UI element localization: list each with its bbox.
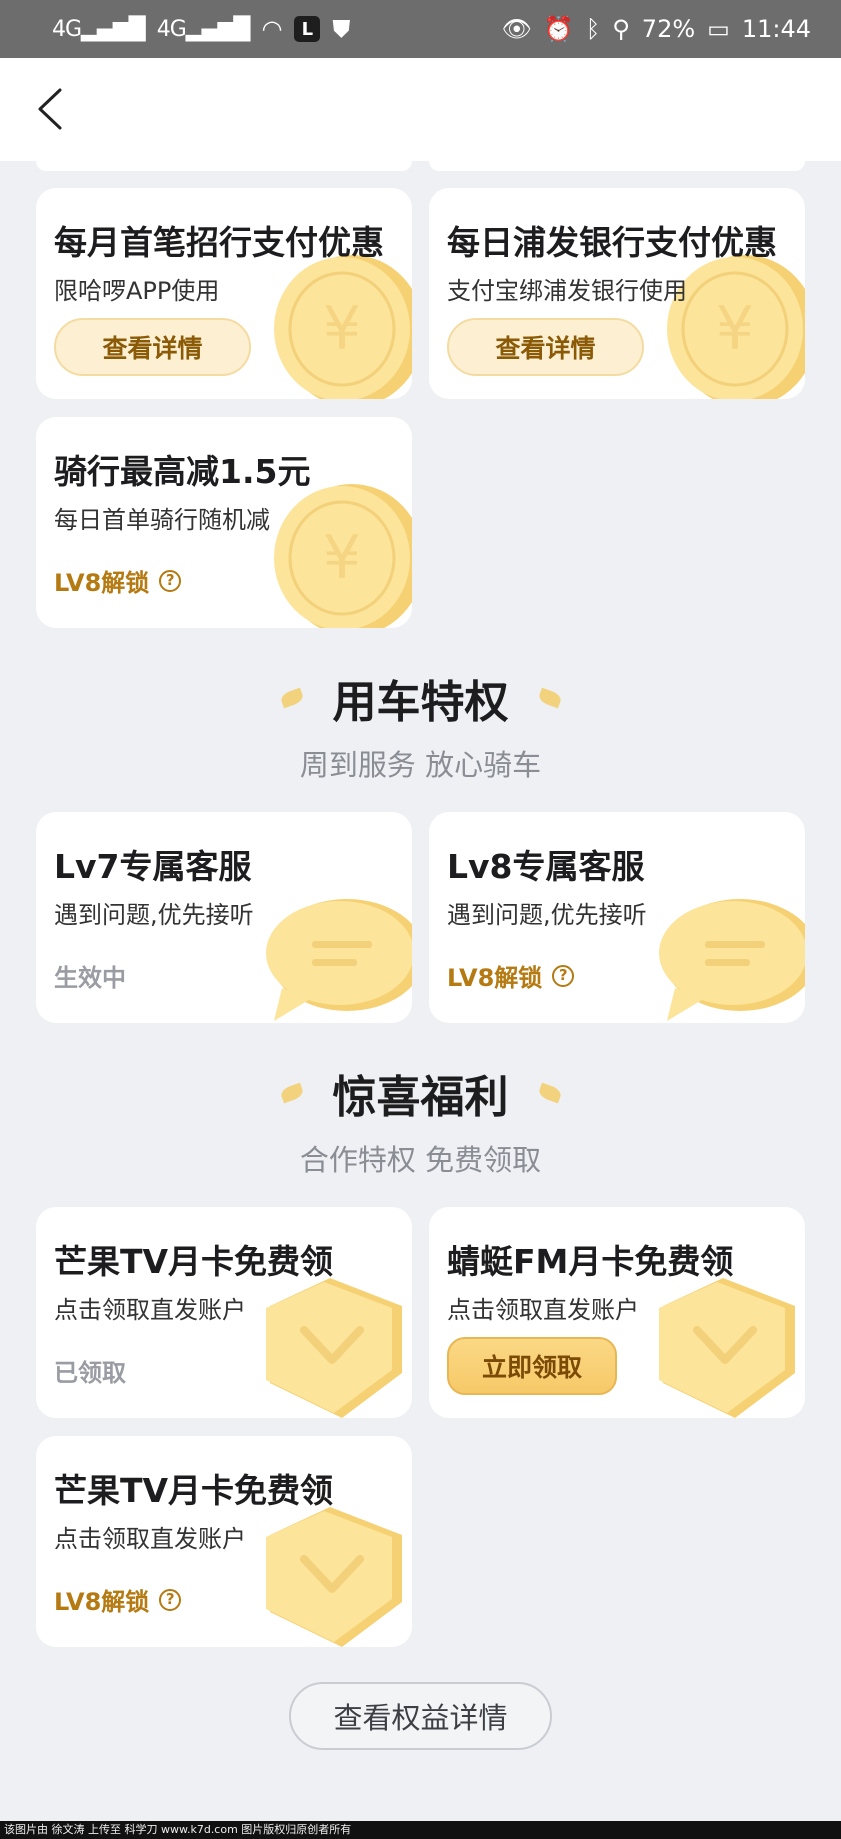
alarm-icon: ⏰ — [543, 15, 574, 43]
section-header-car: 用车特权 周到服务 放心骑车 — [0, 666, 841, 784]
card-title: 蜻蜓FM月卡免费领 — [447, 1242, 734, 1281]
svg-text:¥: ¥ — [323, 294, 361, 364]
coin-icon: ¥ — [274, 484, 412, 628]
shield-icon — [266, 1278, 402, 1418]
card-subtitle: 限哈啰APP使用 — [54, 277, 220, 305]
shield-icon — [266, 1507, 402, 1647]
leaf-icon — [536, 687, 563, 709]
card-subtitle: 遇到问题,优先接听 — [54, 901, 254, 929]
section-subtitle: 周到服务 放心骑车 — [299, 748, 542, 782]
benefit-card-lv8-service[interactable]: Lv8专属客服 遇到问题,优先接听 LV8解锁 ? — [429, 812, 805, 1023]
leaf-icon — [278, 1082, 305, 1104]
status-claimed: 已领取 — [54, 1359, 126, 1387]
status-left: 4G▂▄▆█ 4G▂▄▆█ ◠ L ⛊ — [52, 15, 350, 43]
chat-bubble-icon — [659, 899, 805, 1021]
benefit-card-qingting-fm[interactable]: 蜻蜓FM月卡免费领 点击领取直发账户 立即领取 — [429, 1207, 805, 1418]
battery-percent: 72% — [641, 15, 696, 43]
bluetooth-icon: ᛒ — [585, 15, 601, 43]
card-subtitle: 点击领取直发账户 — [447, 1296, 639, 1324]
benefit-card-mango-tv-lv8[interactable]: 芒果TV月卡免费领 点击领取直发账户 LV8解锁 ? — [36, 1436, 412, 1647]
claim-now-button[interactable]: 立即领取 — [447, 1337, 617, 1395]
lock-label[interactable]: LV8解锁 ? — [54, 1582, 182, 1617]
lock-text: LV8解锁 — [54, 1588, 150, 1616]
card-subtitle: 点击领取直发账户 — [54, 1296, 246, 1324]
question-icon[interactable]: ? — [552, 964, 575, 987]
view-benefit-details-button[interactable]: 查看权益详情 — [289, 1682, 552, 1750]
battery-icon: ▭ — [707, 15, 730, 43]
card-title: 芒果TV月卡免费领 — [54, 1242, 334, 1281]
app-badge-icon: L — [294, 16, 321, 42]
privacy-shield-icon: ⛊ — [332, 15, 351, 43]
benefit-card-lv7-service[interactable]: Lv7专属客服 遇到问题,优先接听 生效中 — [36, 812, 412, 1023]
chat-bubble-icon — [266, 899, 412, 1021]
leaf-icon — [536, 1082, 563, 1104]
card-title: 每日浦发银行支付优惠 — [447, 223, 777, 262]
section-subtitle: 合作特权 免费领取 — [299, 1143, 542, 1177]
section-title: 用车特权 — [332, 677, 509, 728]
card-peek-left — [36, 161, 412, 171]
card-title: 芒果TV月卡免费领 — [54, 1471, 334, 1510]
card-subtitle: 点击领取直发账户 — [54, 1525, 246, 1553]
benefits-content: 每月首笔招行支付优惠 限哈啰APP使用 查看详情 ¥ 每日浦发银行支付优惠 支付… — [0, 161, 841, 1821]
card-title: Lv7专属客服 — [54, 847, 252, 886]
back-arrow-icon[interactable] — [28, 84, 78, 134]
lock-text: LV8解锁 — [54, 569, 150, 597]
card-subtitle: 支付宝绑浦发银行使用 — [447, 277, 687, 305]
clock: 11:44 — [741, 15, 811, 43]
nav-header — [0, 58, 841, 161]
benefit-card-mango-tv[interactable]: 芒果TV月卡免费领 点击领取直发账户 已领取 — [36, 1207, 412, 1418]
lock-label[interactable]: LV8解锁 ? — [54, 563, 182, 598]
status-active: 生效中 — [54, 964, 126, 992]
question-icon[interactable]: ? — [159, 569, 182, 592]
view-details-button[interactable]: 查看详情 — [447, 318, 644, 376]
section-title: 惊喜福利 — [332, 1072, 509, 1123]
lock-label[interactable]: LV8解锁 ? — [447, 958, 575, 993]
shield-icon — [659, 1278, 795, 1418]
card-title: Lv8专属客服 — [447, 847, 645, 886]
lock-text: LV8解锁 — [447, 964, 543, 992]
section-header-gift: 惊喜福利 合作特权 免费领取 — [0, 1061, 841, 1179]
coin-icon: ¥ — [274, 255, 412, 399]
svg-text:¥: ¥ — [323, 523, 361, 593]
benefit-card-spdb[interactable]: 每日浦发银行支付优惠 支付宝绑浦发银行使用 查看详情 ¥ — [429, 188, 805, 399]
location-icon: ⚲ — [612, 15, 630, 43]
status-bar: 4G▂▄▆█ 4G▂▄▆█ ◠ L ⛊ 👁 ⏰ ᛒ ⚲ 72% ▭ 11:44 — [0, 0, 841, 58]
card-title: 骑行最高减1.5元 — [54, 452, 311, 491]
card-peek-right — [429, 161, 805, 171]
wifi-icon: ◠ — [261, 15, 283, 43]
benefit-card-cmb[interactable]: 每月首笔招行支付优惠 限哈啰APP使用 查看详情 ¥ — [36, 188, 412, 399]
watermark-footer: 该图片由 徐文涛 上传至 科学刀 www.k7d.com 图片版权归原创者所有 — [0, 1821, 841, 1839]
view-details-button[interactable]: 查看详情 — [54, 318, 251, 376]
benefit-card-ride-discount[interactable]: 骑行最高减1.5元 每日首单骑行随机减 LV8解锁 ? ¥ — [36, 417, 412, 628]
signal-icon-1: 4G▂▄▆█ — [52, 16, 146, 42]
card-subtitle: 每日首单骑行随机减 — [54, 506, 270, 534]
status-right: 👁 ⏰ ᛒ ⚲ 72% ▭ 11:44 — [501, 15, 811, 43]
question-icon[interactable]: ? — [159, 1588, 182, 1611]
card-subtitle: 遇到问题,优先接听 — [447, 901, 647, 929]
card-title: 每月首笔招行支付优惠 — [54, 223, 384, 262]
signal-icon-2: 4G▂▄▆█ — [156, 16, 251, 42]
svg-text:¥: ¥ — [716, 294, 754, 364]
eye-icon: 👁 — [501, 15, 532, 43]
leaf-icon — [278, 687, 305, 709]
